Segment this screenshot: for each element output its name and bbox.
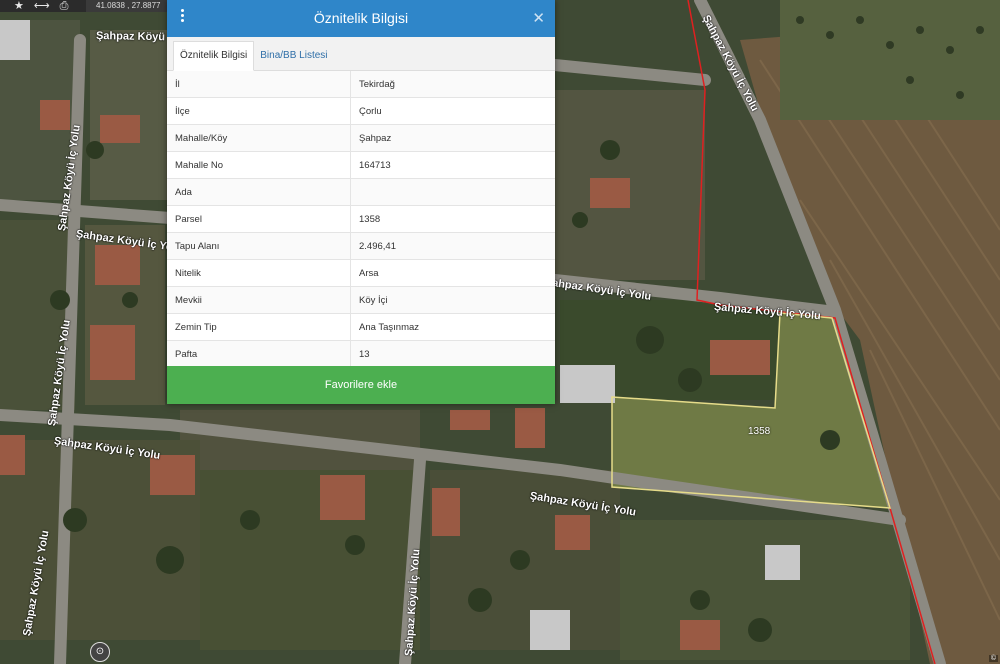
attribute-key: Pafta — [167, 340, 351, 368]
table-row: Ada — [167, 178, 555, 206]
table-row: Tapu Alanı 2.496,41 — [167, 232, 555, 260]
attribute-value: 164713 — [350, 151, 555, 179]
table-row: Pafta 13 — [167, 340, 555, 368]
add-to-favorites-button[interactable]: Favorilere ekle — [167, 366, 555, 404]
attribute-value: Tekirdağ — [350, 71, 555, 98]
print-icon[interactable]: ⎙ — [60, 0, 69, 12]
attribution-icon: © — [988, 655, 998, 662]
attribute-value: Arsa — [350, 259, 555, 287]
table-row: Mevkii Köy İçi — [167, 286, 555, 314]
attribute-value: Ana Taşınmaz — [350, 313, 555, 341]
attribute-key: Parsel — [167, 205, 351, 233]
table-row: Parsel 1358 — [167, 205, 555, 233]
close-icon[interactable]: ✕ — [532, 9, 545, 27]
attribute-key: İlçe — [167, 97, 351, 125]
attribute-key: Zemin Tip — [167, 313, 351, 341]
attribute-key: Mahalle/Köy — [167, 124, 351, 152]
attribute-info-panel: Öznitelik Bilgisi ✕ Öznitelik Bilgisi Bi… — [167, 0, 555, 404]
star-icon[interactable]: ★ — [14, 0, 24, 12]
attribute-value — [350, 178, 555, 206]
attribute-key: Mahalle No — [167, 151, 351, 179]
attribute-key: Nitelik — [167, 259, 351, 287]
tab-attribute-info[interactable]: Öznitelik Bilgisi — [173, 41, 255, 71]
measure-icon[interactable]: ⟷ — [34, 0, 50, 12]
attribute-key: Tapu Alanı — [167, 232, 351, 260]
coordinate-readout: 41.0838 , 27.8877 — [86, 0, 168, 12]
attribute-key: İl — [167, 71, 351, 98]
table-row: Mahalle No 164713 — [167, 151, 555, 179]
table-row: İl Tekirdağ — [167, 71, 555, 98]
table-row: Nitelik Arsa — [167, 259, 555, 287]
panel-tabs: Öznitelik Bilgisi Bina/BB Listesi — [167, 37, 555, 71]
table-row: İlçe Çorlu — [167, 97, 555, 125]
attribute-value: Köy İçi — [350, 286, 555, 314]
tab-building-list[interactable]: Bina/BB Listesi — [254, 42, 333, 70]
panel-title: Öznitelik Bilgisi — [313, 10, 409, 26]
panel-header: Öznitelik Bilgisi ✕ — [167, 0, 555, 37]
parcel-number-label: 1358 — [748, 426, 771, 437]
attribute-key: Ada — [167, 178, 351, 206]
table-row: Mahalle/Köy Şahpaz — [167, 124, 555, 152]
table-row: Zemin Tip Ana Taşınmaz — [167, 313, 555, 341]
attribute-value: 2.496,41 — [350, 232, 555, 260]
attribute-value: 13 — [350, 340, 555, 368]
attribute-value: Çorlu — [350, 97, 555, 125]
attribute-value: Şahpaz — [350, 124, 555, 152]
attribute-value: 1358 — [350, 205, 555, 233]
attribute-key: Mevkii — [167, 286, 351, 314]
compass-icon[interactable]: ⊙ — [90, 642, 110, 662]
attribute-table: İl Tekirdağ İlçe Çorlu Mahalle/Köy Şahpaz M… — [167, 71, 555, 368]
